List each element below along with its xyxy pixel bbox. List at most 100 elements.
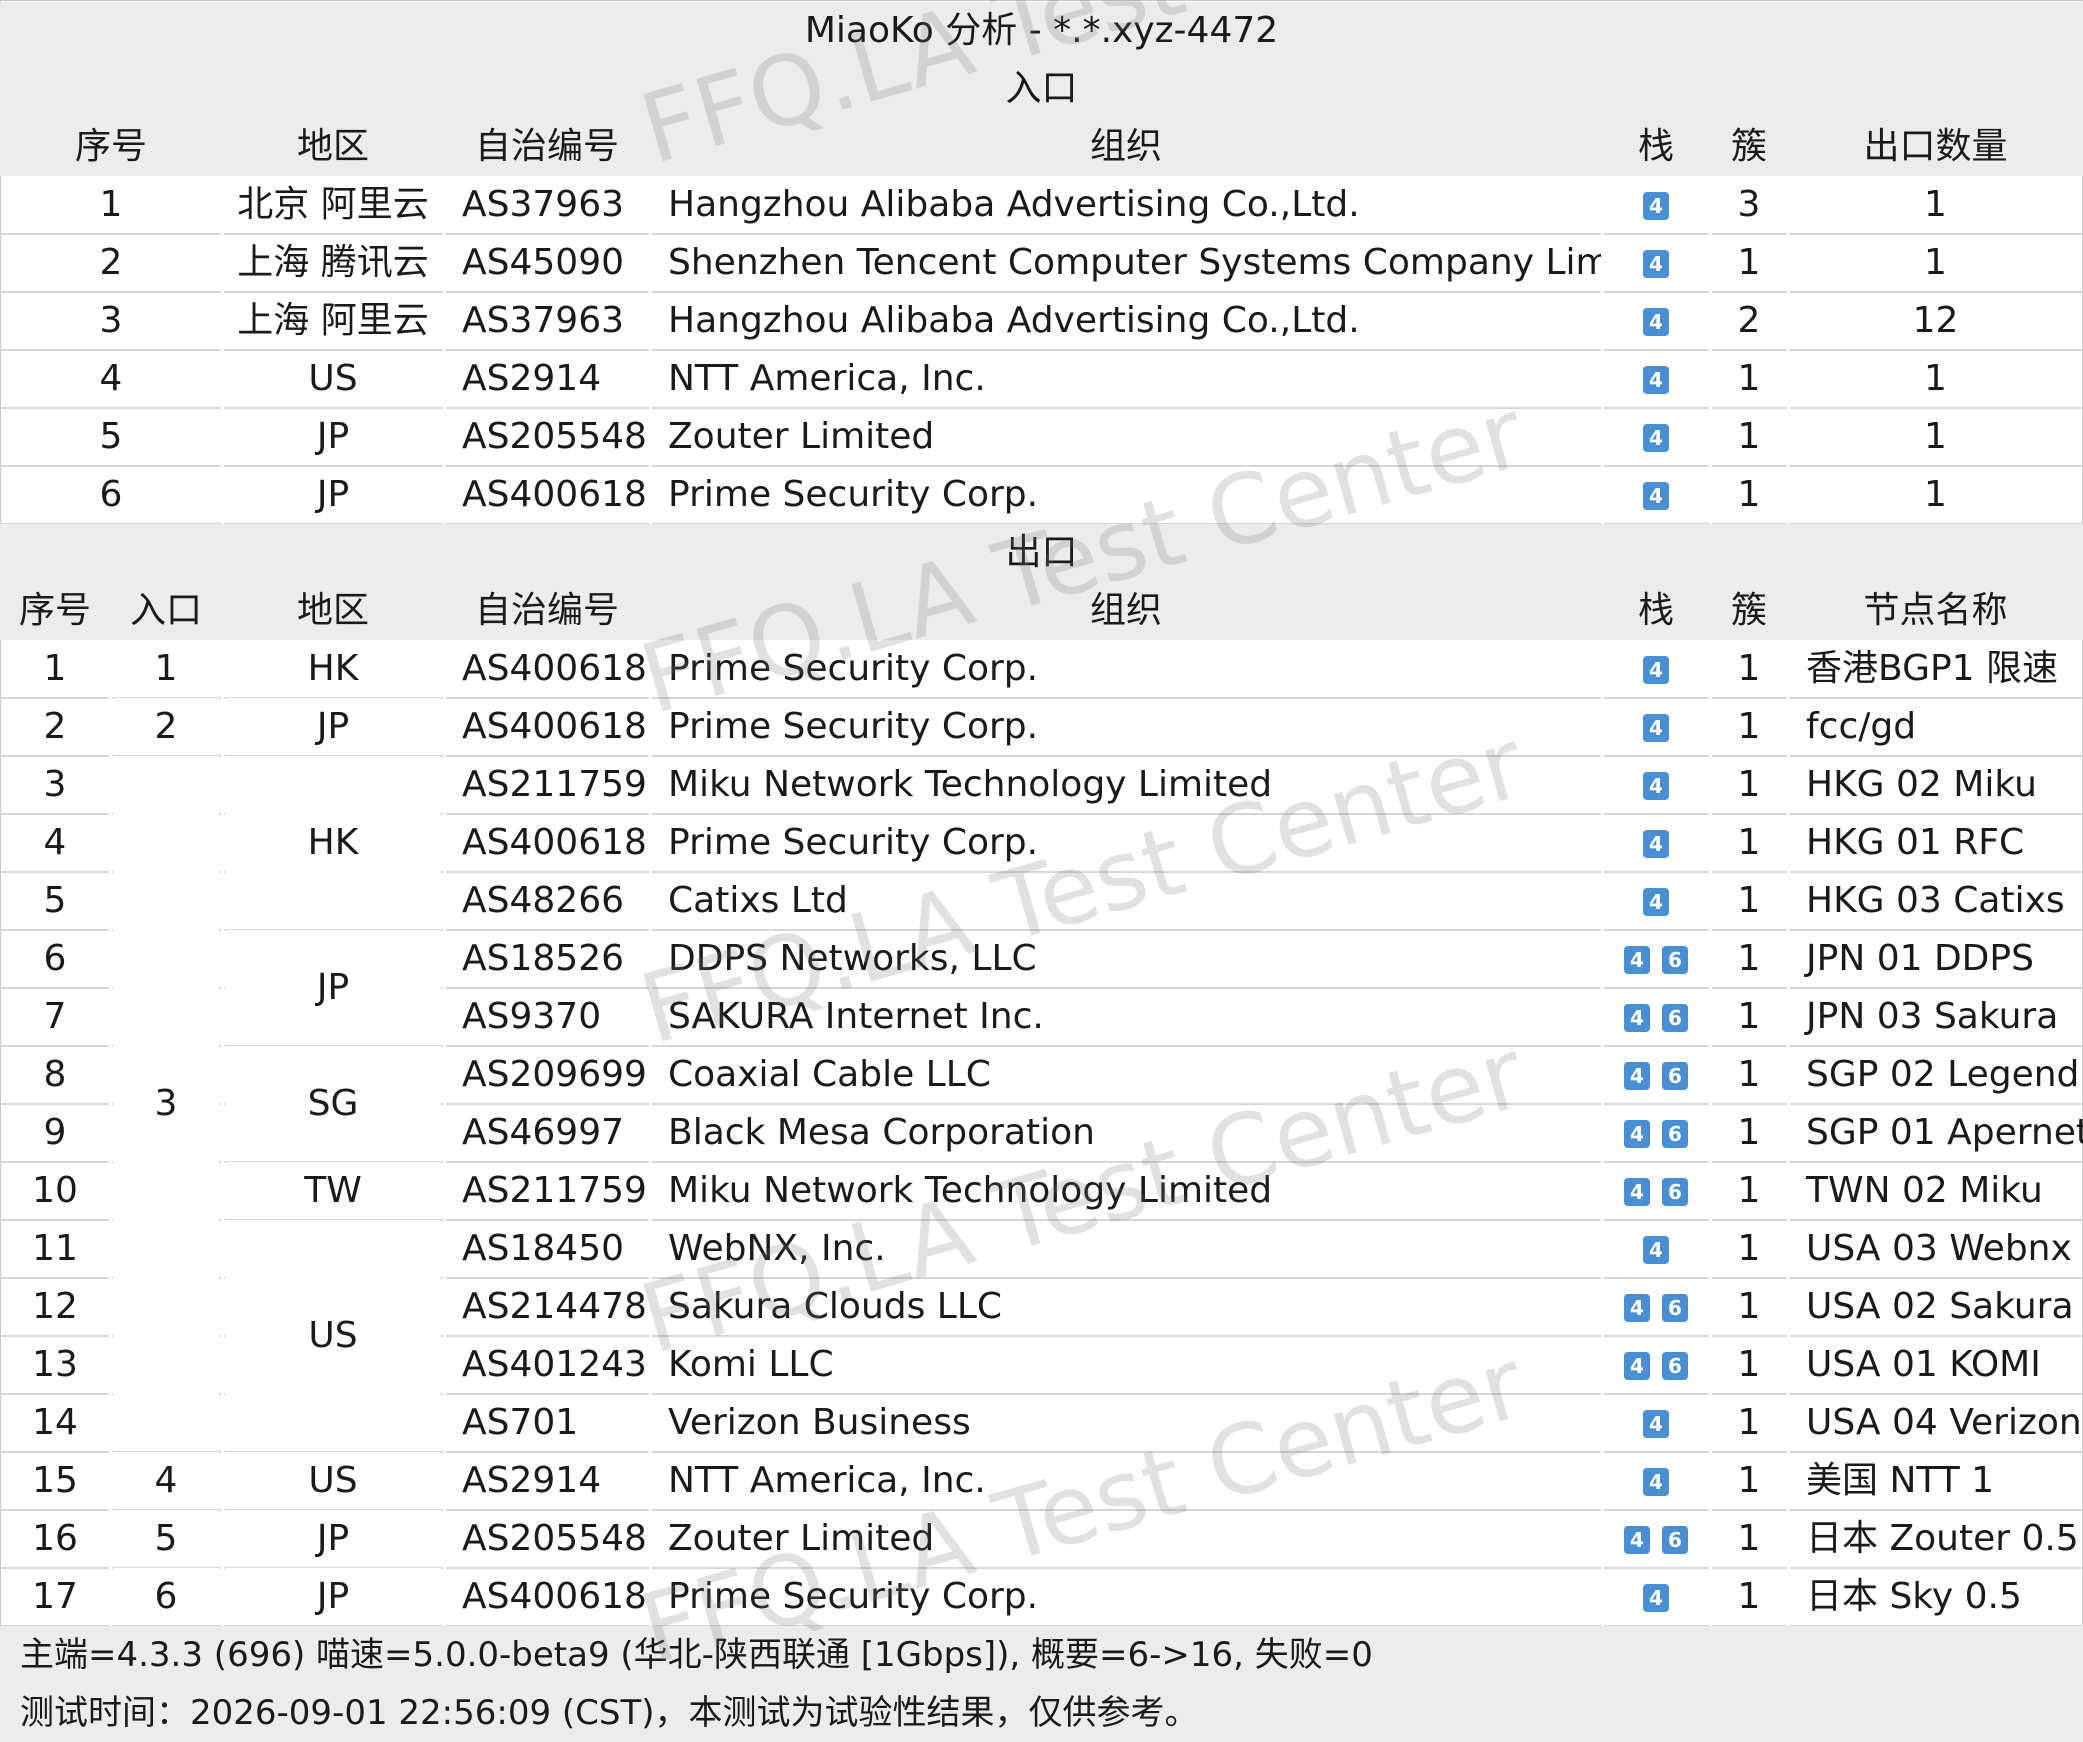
entry-exit-count: 1 [1924,242,1947,283]
ipv4-badge-icon: 4 [1624,1294,1650,1322]
exit-region: HK [307,648,359,689]
entry-asn: AS37963 [462,300,624,341]
exit-region: HK [307,822,359,863]
ipv4-badge-icon: 4 [1643,656,1669,684]
entry-cluster: 1 [1737,358,1761,399]
header-region: 地区 [296,590,369,631]
entry-index: 6 [99,474,123,515]
stack-cell: 46 [1602,1336,1710,1394]
stack-cell: 46 [1602,1162,1710,1220]
stack-cell: 4 [1602,1452,1710,1510]
exit-asn: AS2914 [462,1460,602,1501]
column-gap [1787,176,1790,524]
exit-entry: 4 [154,1460,178,1501]
ipv6-badge-icon: 6 [1662,1352,1688,1380]
ipv6-badge-icon: 6 [1662,1120,1688,1148]
header-exit-count: 出口数量 [1863,126,2008,167]
exit-cluster: 1 [1737,1344,1761,1385]
entry-region: JP [316,416,350,457]
stack-cell: 4 [1602,350,1710,408]
exit-index: 9 [43,1112,67,1153]
header-region: 地区 [296,126,369,167]
exit-asn: AS205548 [462,1518,647,1559]
header-cluster: 簇 [1730,590,1767,631]
exit-index: 13 [32,1344,78,1385]
entry-index: 4 [99,358,123,399]
column-gap [1601,176,1604,524]
exit-org: Prime Security Corp. [668,822,1039,863]
ipv4-badge-icon: 4 [1624,946,1650,974]
entry-org: Shenzhen Tencent Computer Systems Compan… [668,242,1602,283]
header-org: 组织 [1089,126,1162,167]
stack-cell: 4 [1602,408,1710,466]
exit-entry: 5 [154,1518,178,1559]
entry-asn: AS45090 [462,242,624,283]
entry-asn: AS37963 [462,184,624,225]
entry-cluster: 1 [1737,474,1761,515]
exit-node-name: HKG 01 RFC [1806,822,2025,863]
stack-cell: 4 [1602,640,1710,698]
exit-index: 14 [32,1402,78,1443]
header-node-name: 节点名称 [1863,590,2008,631]
exit-region: US [308,1315,358,1356]
exit-org: Catixs Ltd [668,880,848,921]
stack-cell: 46 [1602,1104,1710,1162]
exit-asn: AS9370 [462,996,602,1037]
exit-org: Komi LLC [668,1344,834,1385]
stack-cell: 4 [1602,814,1710,872]
stack-cell: 46 [1602,1510,1710,1568]
exit-cluster: 1 [1737,648,1761,689]
ipv4-badge-icon: 4 [1643,830,1669,858]
exit-cluster: 1 [1737,1228,1761,1269]
exit-index: 10 [32,1170,78,1211]
footer-summary: 主端=4.3.3 (696) 喵速=5.0.0-beta9 (华北-陕西联通 [… [0,1626,2083,1684]
exit-cluster: 1 [1737,1460,1761,1501]
column-gap [443,176,446,524]
ipv4-badge-icon: 4 [1643,1410,1669,1438]
entry-exit-count: 1 [1924,358,1947,399]
footer-test-time: 测试时间：2026-09-01 22:56:09 (CST)，本测试为试验性结果… [0,1684,2083,1742]
ipv4-badge-icon: 4 [1624,1352,1650,1380]
exit-node-name: 日本 Sky 0.5 [1806,1576,2022,1617]
exit-cluster: 1 [1737,1112,1761,1153]
exit-cluster: 1 [1737,1576,1761,1617]
exit-region: TW [304,1170,362,1211]
header-stack: 栈 [1637,590,1674,631]
exit-asn: AS211759 [462,1170,647,1211]
exit-region: JP [316,1518,350,1559]
exit-region: JP [316,1576,350,1617]
exit-asn: AS46997 [462,1112,624,1153]
entry-row: 5 JP AS205548 Zouter Limited 4 1 1 [0,408,2083,466]
ipv6-badge-icon: 6 [1662,1294,1688,1322]
exit-node-name: 美国 NTT 1 [1806,1460,1995,1501]
header-entry: 入口 [129,590,202,631]
column-gap [1601,640,1604,1626]
entry-region: 北京 阿里云 [237,184,429,225]
exit-node-name: USA 01 KOMI [1806,1344,2041,1385]
exit-region: US [308,1460,358,1501]
exit-org: Verizon Business [668,1402,971,1443]
exit-asn: AS401243 [462,1344,647,1385]
exit-cluster: 1 [1737,938,1761,979]
column-gap [443,640,446,1626]
stack-cell: 4 [1602,756,1710,814]
ipv6-badge-icon: 6 [1662,946,1688,974]
exit-index: 12 [32,1286,78,1327]
exit-asn: AS400618 [462,648,647,689]
exit-node-name: 日本 Zouter 0.5 [1806,1518,2079,1559]
header-asn: 自治编号 [474,590,619,631]
entry-row: 6 JP AS400618 Prime Security Corp. 4 1 1 [0,466,2083,524]
ipv4-badge-icon: 4 [1643,714,1669,742]
exit-asn: AS400618 [462,1576,647,1617]
stack-cell: 46 [1602,930,1710,988]
stack-cell: 46 [1602,988,1710,1046]
exit-index: 17 [32,1576,78,1617]
exit-node-name: 香港BGP1 限速 [1806,648,2059,689]
exit-header-row: 序号 入口 地区 自治编号 组织 栈 簇 节点名称 [0,582,2083,640]
exit-org: WebNX, Inc. [668,1228,886,1269]
exit-org: Coaxial Cable LLC [668,1054,991,1095]
exit-region: JP [316,967,350,1008]
entry-region: US [308,358,358,399]
exit-index: 4 [43,822,67,863]
entry-org: Hangzhou Alibaba Advertising Co.,Ltd. [668,184,1360,225]
